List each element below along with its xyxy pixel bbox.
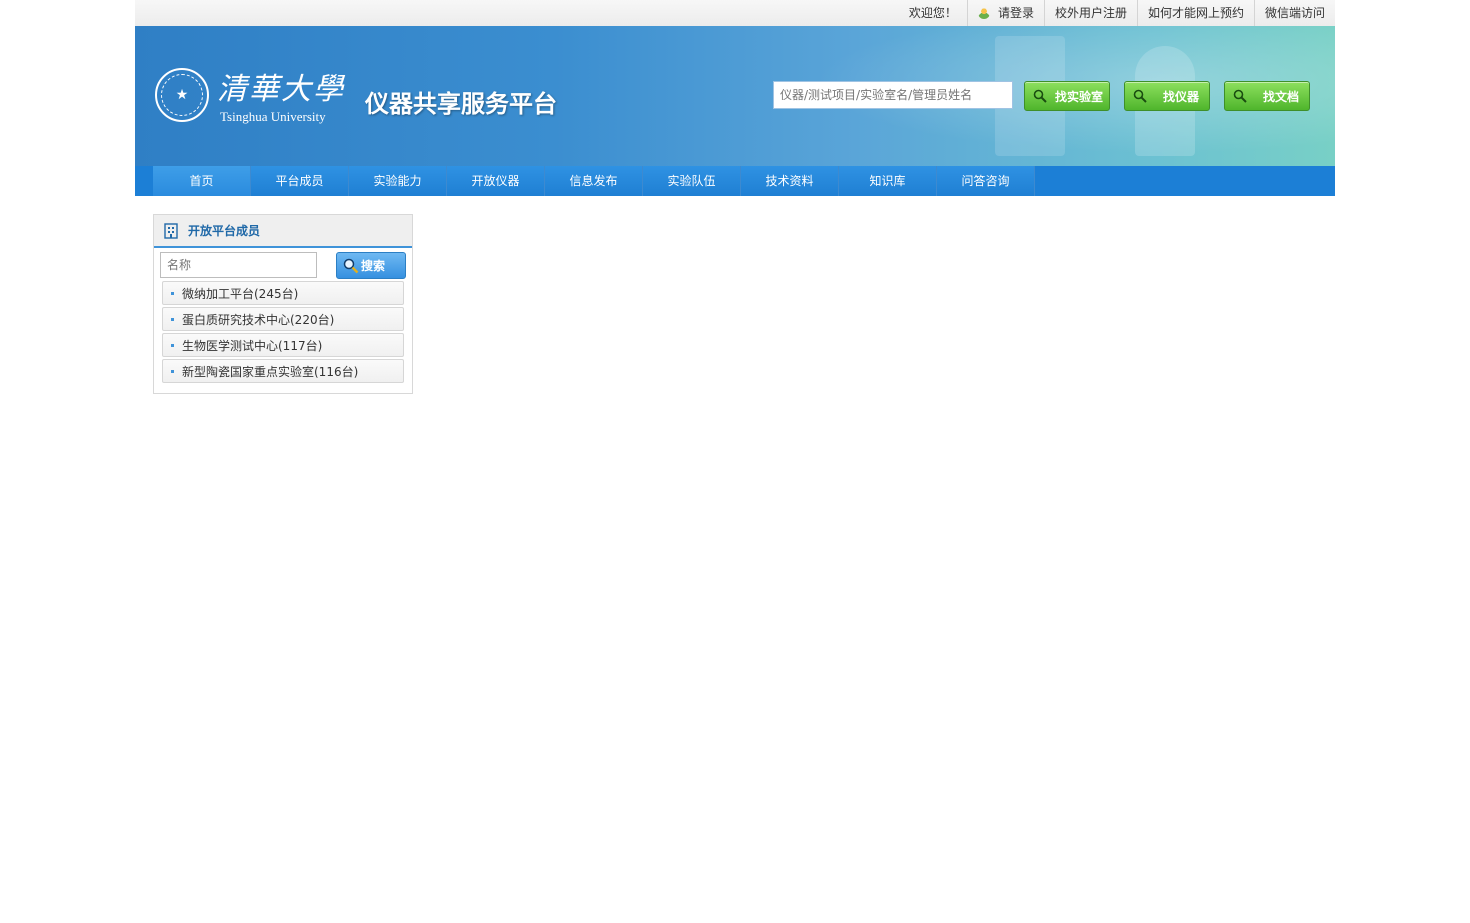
member-search-label: 搜索	[361, 259, 386, 273]
list-item[interactable]: 生物医学测试中心(117台)	[162, 333, 404, 357]
search-icon	[1233, 89, 1247, 103]
find-lab-label: 找实验室	[1055, 89, 1104, 104]
list-item-label: 新型陶瓷国家重点实验室(116台)	[182, 364, 359, 379]
top-bar: 欢迎您！ 请登录 校外用户注册 如何才能网上预约 微信端访问	[135, 0, 1335, 27]
building-icon	[164, 222, 178, 239]
search-icon	[1033, 89, 1047, 103]
site-title: 仪器共享服务平台	[365, 90, 557, 118]
nav-item-knowledge[interactable]: 知识库	[839, 166, 937, 196]
nav-item-capability[interactable]: 实验能力	[349, 166, 447, 196]
list-item[interactable]: 微纳加工平台(245台)	[162, 281, 404, 305]
nav-item-members[interactable]: 平台成员	[251, 166, 349, 196]
find-lab-button[interactable]: 找实验室	[1024, 81, 1110, 111]
main-nav: 首页 平台成员 实验能力 开放仪器 信息发布 实验队伍 技术资料 知识库 问答咨…	[135, 166, 1335, 196]
wechat-link[interactable]: 微信端访问	[1253, 0, 1335, 26]
member-list: 微纳加工平台(245台) 蛋白质研究技术中心(220台) 生物医学测试中心(11…	[162, 281, 404, 385]
nav-item-qa[interactable]: 问答咨询	[937, 166, 1035, 196]
bullet-icon	[171, 343, 174, 347]
register-link[interactable]: 校外用户注册	[1043, 0, 1137, 26]
nav-item-news[interactable]: 信息发布	[545, 166, 643, 196]
global-search-input[interactable]	[773, 81, 1013, 109]
list-item[interactable]: 蛋白质研究技术中心(220台)	[162, 307, 404, 331]
howto-link[interactable]: 如何才能网上预约	[1136, 0, 1254, 26]
logo-english: Tsinghua University	[220, 109, 326, 124]
panel-title: 开放平台成员	[188, 224, 261, 238]
find-instrument-button[interactable]: 找仪器	[1124, 81, 1210, 111]
list-item[interactable]: 新型陶瓷国家重点实验室(116台)	[162, 359, 404, 383]
list-item-label: 微纳加工平台(245台)	[182, 286, 299, 301]
panel-header: 开放平台成员	[154, 215, 412, 248]
bullet-icon	[171, 317, 174, 321]
login-link[interactable]: 请登录	[966, 0, 1044, 26]
find-docs-button[interactable]: 找文档	[1224, 81, 1310, 111]
members-panel: 开放平台成员 搜索 微纳加工平台(245台) 蛋白质研究技术中心(220台) 生…	[153, 214, 413, 394]
bullet-icon	[171, 291, 174, 295]
nav-item-home[interactable]: 首页	[153, 166, 251, 196]
find-docs-label: 找文档	[1263, 89, 1300, 104]
nav-item-tech-docs[interactable]: 技术资料	[741, 166, 839, 196]
search-icon	[343, 258, 359, 274]
header-banner: ★ 清華大學 Tsinghua University 仪器共享服务平台 找实验室…	[135, 26, 1335, 166]
find-instrument-label: 找仪器	[1163, 89, 1200, 104]
member-search-input[interactable]	[160, 252, 317, 278]
bullet-icon	[171, 369, 174, 373]
logo-chinese: 清華大學	[217, 72, 345, 107]
nav-item-team[interactable]: 实验队伍	[643, 166, 741, 196]
nav-item-instruments[interactable]: 开放仪器	[447, 166, 545, 196]
member-search-button[interactable]: 搜索	[336, 252, 406, 279]
search-icon	[1133, 89, 1147, 103]
list-item-label: 蛋白质研究技术中心(220台)	[182, 312, 335, 327]
list-item-label: 生物医学测试中心(117台)	[182, 338, 323, 353]
user-icon	[977, 7, 990, 19]
welcome-text: 欢迎您！	[908, 6, 957, 20]
university-seal-icon: ★	[155, 68, 209, 122]
login-label: 请登录	[997, 6, 1034, 20]
